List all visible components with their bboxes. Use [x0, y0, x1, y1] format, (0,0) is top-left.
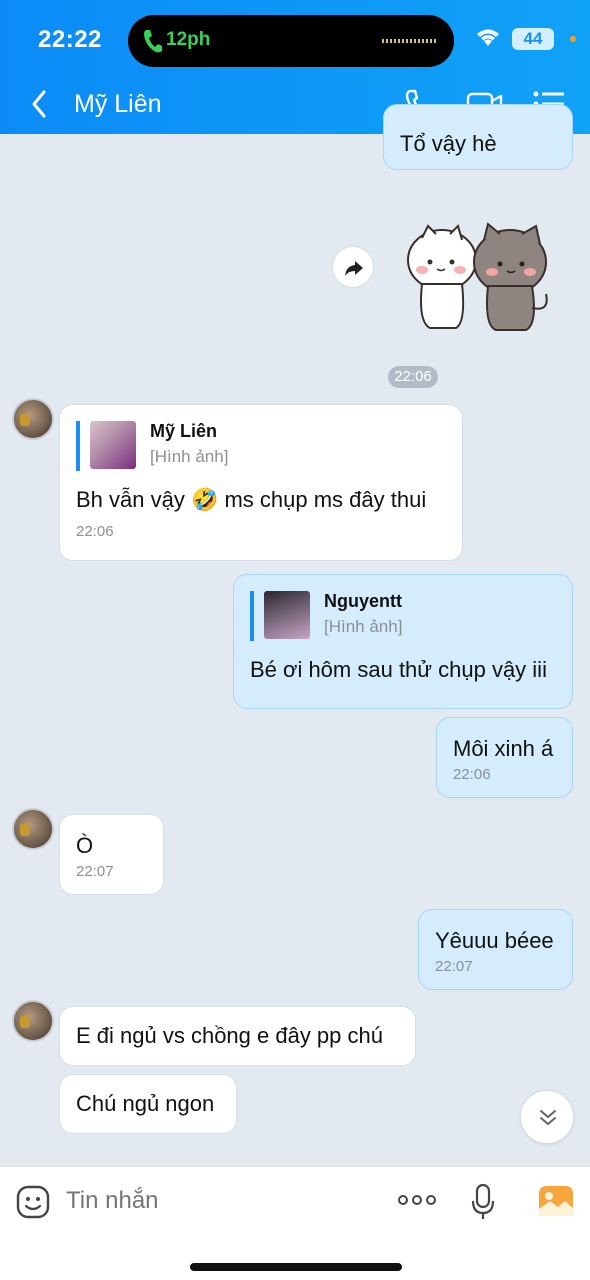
- share-button[interactable]: [332, 246, 374, 288]
- sticker-icon[interactable]: [16, 1185, 50, 1219]
- message-time: 22:07: [435, 958, 473, 975]
- message-text: Bé ơi hôm sau thử chụp vậy iii: [250, 657, 547, 682]
- call-icon: [144, 30, 162, 53]
- battery-indicator: 44: [512, 28, 554, 50]
- scroll-to-bottom-button[interactable]: [520, 1090, 574, 1144]
- message-bubble-outgoing[interactable]: Tổ vậy hè: [383, 104, 573, 170]
- message-text: Môi xinh á: [453, 736, 554, 761]
- message-bubble-incoming[interactable]: E đi ngủ vs chồng e đây pp chú: [59, 1006, 416, 1066]
- share-icon: [345, 261, 363, 276]
- microphone-icon[interactable]: [470, 1183, 496, 1221]
- message-text: E đi ngủ vs chồng e đây pp chú: [76, 1023, 383, 1048]
- message-bubble-outgoing[interactable]: Yêuuu béee 22:07: [418, 909, 573, 990]
- message-bubble-incoming[interactable]: Chú ngủ ngon: [59, 1074, 237, 1134]
- message-time: 22:06: [453, 766, 491, 783]
- avatar[interactable]: [12, 808, 54, 850]
- call-indicator[interactable]: 12ph: [128, 15, 454, 67]
- image-icon[interactable]: [538, 1185, 574, 1217]
- wifi-icon: [477, 29, 499, 46]
- message-bubble-outgoing[interactable]: Nguyentt [Hình ảnh] Bé ơi hôm sau thử ch…: [233, 574, 573, 709]
- message-input-bar: [0, 1166, 590, 1280]
- time-divider: 22:06: [388, 366, 438, 388]
- message-time: 22:06: [76, 523, 114, 540]
- quoted-content-type: [Hình ảnh]: [324, 617, 403, 636]
- message-text: Tổ vậy hè: [400, 131, 497, 156]
- back-icon[interactable]: [26, 88, 54, 120]
- message-text: Yêuuu béee: [435, 928, 554, 953]
- audio-wave-icon: [382, 39, 436, 43]
- avatar[interactable]: [12, 1000, 54, 1042]
- quoted-content-type: [Hình ảnh]: [150, 447, 229, 466]
- chevron-double-down-icon: [540, 1110, 556, 1126]
- call-duration: 12ph: [166, 29, 211, 50]
- message-time: 22:07: [76, 863, 114, 880]
- privacy-dot: [570, 36, 576, 42]
- quoted-sender-name: Nguyentt: [324, 591, 402, 611]
- status-time: 22:22: [38, 26, 102, 53]
- message-bubble-incoming[interactable]: Ò 22:07: [59, 814, 164, 895]
- quoted-image-thumbnail: [90, 421, 136, 469]
- more-icon[interactable]: [398, 1193, 436, 1207]
- message-text: Chú ngủ ngon: [76, 1091, 215, 1116]
- quoted-image-thumbnail: [264, 591, 310, 639]
- home-indicator: [190, 1263, 402, 1271]
- message-bubble-incoming[interactable]: Mỹ Liên [Hình ảnh] Bh vẫn vậy 🤣 ms chụp …: [59, 404, 463, 561]
- message-text: Ò: [76, 833, 94, 858]
- message-input[interactable]: [66, 1183, 366, 1219]
- quoted-message[interactable]: Mỹ Liên [Hình ảnh]: [76, 421, 446, 471]
- message-bubble-outgoing[interactable]: Môi xinh á 22:06: [436, 717, 573, 798]
- quoted-sender-name: Mỹ Liên: [150, 421, 218, 441]
- message-text: Bh vẫn vậy 🤣 ms chụp ms đây thui: [76, 487, 427, 512]
- avatar[interactable]: [12, 398, 54, 440]
- quoted-message[interactable]: Nguyentt [Hình ảnh]: [250, 591, 556, 641]
- chat-title[interactable]: Mỹ Liên: [74, 90, 162, 119]
- cat-sticker[interactable]: [400, 222, 570, 340]
